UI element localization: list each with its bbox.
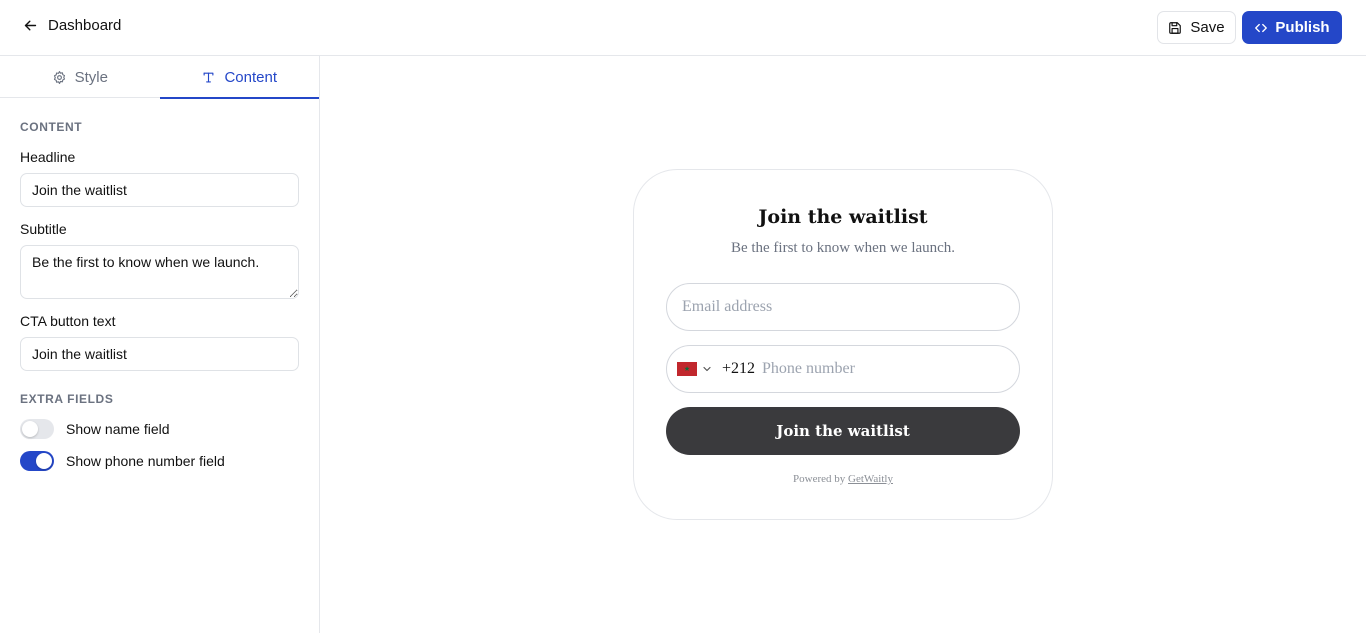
arrow-left-icon — [24, 20, 37, 31]
card-subtitle: Be the first to know when we launch. — [730, 240, 956, 256]
sidebar-tabs: Style Content — [0, 56, 320, 99]
name-field-toggle-row: Show name field — [20, 419, 170, 439]
phone-field: ★ +212 — [666, 345, 1020, 393]
powered-by: Powered by GetWaitly — [634, 473, 1052, 485]
email-input[interactable] — [666, 283, 1020, 331]
save-button[interactable]: Save — [1157, 11, 1236, 44]
gear-icon — [53, 70, 65, 84]
phone-field-toggle-label: Show phone number field — [66, 453, 225, 469]
content-section-heading: CONTENT — [20, 120, 83, 134]
phone-input[interactable] — [762, 360, 983, 378]
subtitle-label: Subtitle — [20, 221, 67, 237]
waitlist-card: Join the waitlist Be the first to know w… — [633, 169, 1053, 520]
preview-canvas: Join the waitlist Be the first to know w… — [320, 56, 1366, 633]
back-link-label: Dashboard — [48, 17, 122, 34]
morocco-flag-icon[interactable]: ★ — [677, 362, 697, 376]
dial-code: +212 — [722, 360, 756, 377]
toggle-knob — [22, 421, 38, 437]
headline-input[interactable] — [20, 173, 299, 207]
back-to-dashboard-link[interactable]: Dashboard — [22, 17, 121, 34]
card-title: Join the waitlist — [758, 206, 928, 228]
cta-text-input[interactable] — [20, 337, 299, 371]
tab-content-label: Content — [224, 68, 278, 86]
name-field-toggle-label: Show name field — [66, 421, 170, 437]
powered-by-link[interactable]: GetWaitly — [848, 473, 893, 485]
chevron-down-icon[interactable] — [701, 363, 713, 375]
cta-text-label: CTA button text — [20, 313, 116, 329]
tab-style-label: Style — [74, 68, 108, 86]
name-field-toggle[interactable] — [20, 419, 54, 439]
tab-style[interactable]: Style — [0, 56, 160, 98]
headline-label: Headline — [20, 149, 76, 165]
floppy-disk-icon — [1169, 21, 1182, 34]
join-waitlist-button[interactable]: Join the waitlist — [666, 407, 1020, 455]
text-icon — [204, 72, 214, 82]
publish-button-label: Publish — [1275, 19, 1330, 36]
editor-sidebar: Style Content CONTENT Headline Subtitle … — [0, 56, 320, 633]
phone-field-toggle-row: Show phone number field — [20, 451, 225, 471]
save-button-label: Save — [1190, 19, 1225, 36]
powered-by-prefix: Powered by — [793, 473, 846, 485]
toggle-knob — [36, 453, 52, 469]
tab-content[interactable]: Content — [159, 56, 320, 99]
flag-star-icon: ★ — [683, 365, 691, 373]
phone-field-toggle[interactable] — [20, 451, 54, 471]
top-bar: Dashboard Save Publish — [0, 0, 1366, 56]
code-icon — [1255, 23, 1268, 32]
extra-fields-heading: EXTRA FIELDS — [20, 392, 114, 406]
subtitle-textarea[interactable]: Be the first to know when we launch. — [20, 245, 299, 299]
publish-button[interactable]: Publish — [1242, 11, 1342, 44]
